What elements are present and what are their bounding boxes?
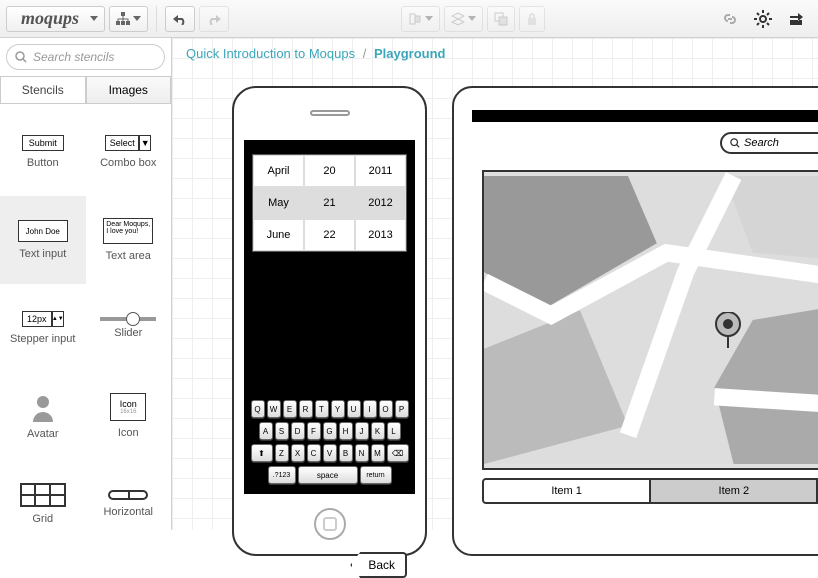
mockup-search-field[interactable]: Search: [720, 132, 818, 154]
settings-button[interactable]: [748, 6, 778, 32]
phone-screen: April202011 May212012 June222013 QWERTYU…: [244, 140, 415, 494]
stencil-grid: Submit Button Select▼ Combo box John Doe…: [0, 104, 171, 530]
mockup-date-picker[interactable]: April202011 May212012 June222013: [252, 154, 407, 252]
mockup-tablet[interactable]: Search Item 1 Item 2 It: [452, 86, 818, 556]
mockup-keyboard[interactable]: QWERTYUIOP ASDFGHJKL ⬆ZXCVBNM⌫ .?123 spa…: [250, 400, 409, 484]
stencil-icon[interactable]: Icon16x16 Icon: [86, 372, 172, 460]
redo-button[interactable]: [199, 6, 229, 32]
stencil-stepper[interactable]: 12px▲▼ Stepper input: [0, 284, 86, 372]
stencil-search[interactable]: Search stencils: [6, 44, 165, 70]
breadcrumb: Quick Introduction to Moqups / Playgroun…: [172, 38, 818, 69]
breadcrumb-root[interactable]: Quick Introduction to Moqups: [186, 46, 355, 61]
layers-button[interactable]: [444, 6, 483, 32]
undo-icon: [172, 13, 188, 25]
share-icon: [788, 11, 806, 27]
map-pin-icon: [714, 312, 818, 470]
search-placeholder: Search stencils: [33, 50, 114, 64]
logo: moqups: [13, 8, 87, 29]
link-button[interactable]: [716, 6, 744, 32]
tablet-screen: Search Item 1 Item 2 It: [472, 110, 818, 554]
breadcrumb-page[interactable]: Playground: [374, 46, 446, 61]
panel-tabs: Stencils Images: [0, 76, 171, 104]
sitemap-button[interactable]: [109, 6, 148, 32]
grid-icon: [20, 483, 66, 507]
align-icon: [408, 12, 422, 26]
layers-icon: [451, 12, 465, 26]
stencil-textarea[interactable]: Dear Moqups, I love you! Text area: [86, 196, 172, 284]
align-button[interactable]: [401, 6, 440, 32]
avatar-icon: [28, 392, 58, 422]
stencil-avatar[interactable]: Avatar: [0, 372, 86, 460]
link-icon: [722, 11, 738, 27]
canvas[interactable]: Quick Introduction to Moqups / Playgroun…: [172, 38, 818, 530]
lock-button[interactable]: [519, 6, 545, 32]
mockup-map[interactable]: [482, 170, 818, 470]
undo-button[interactable]: [165, 6, 195, 32]
stencil-combo[interactable]: Select▼ Combo box: [86, 108, 172, 196]
logo-menu[interactable]: moqups: [6, 6, 105, 32]
search-icon: [730, 138, 740, 148]
tab-images[interactable]: Images: [86, 76, 172, 103]
lock-icon: [526, 12, 538, 26]
mockup-phone[interactable]: April202011 May212012 June222013 QWERTYU…: [232, 86, 427, 556]
top-toolbar: moqups: [0, 0, 818, 38]
stencil-horizontal[interactable]: Horizontal: [86, 460, 172, 530]
gear-icon: [754, 10, 772, 28]
tab-stencils[interactable]: Stencils: [0, 76, 86, 103]
group-button[interactable]: [487, 6, 515, 32]
mockup-back-button[interactable]: Back: [350, 552, 407, 578]
share-button[interactable]: [782, 6, 812, 32]
segment-item[interactable]: Item 1: [484, 480, 651, 502]
stencil-slider[interactable]: Slider: [86, 284, 172, 372]
group-icon: [494, 12, 508, 26]
search-icon: [15, 51, 27, 63]
stencil-textinput[interactable]: John Doe Text input: [0, 196, 86, 284]
redo-icon: [206, 13, 222, 25]
stencil-grid[interactable]: Grid: [0, 460, 86, 530]
phone-speaker: [310, 110, 350, 116]
stencil-button[interactable]: Submit Button: [0, 108, 86, 196]
segment-item[interactable]: Item 2: [651, 480, 818, 502]
phone-home-button: [314, 508, 346, 540]
sitemap-icon: [116, 12, 130, 26]
left-panel: Search stencils Stencils Images Submit B…: [0, 38, 172, 530]
mockup-segmented[interactable]: Item 1 Item 2 It: [482, 478, 818, 504]
tablet-statusbar: [472, 110, 818, 122]
